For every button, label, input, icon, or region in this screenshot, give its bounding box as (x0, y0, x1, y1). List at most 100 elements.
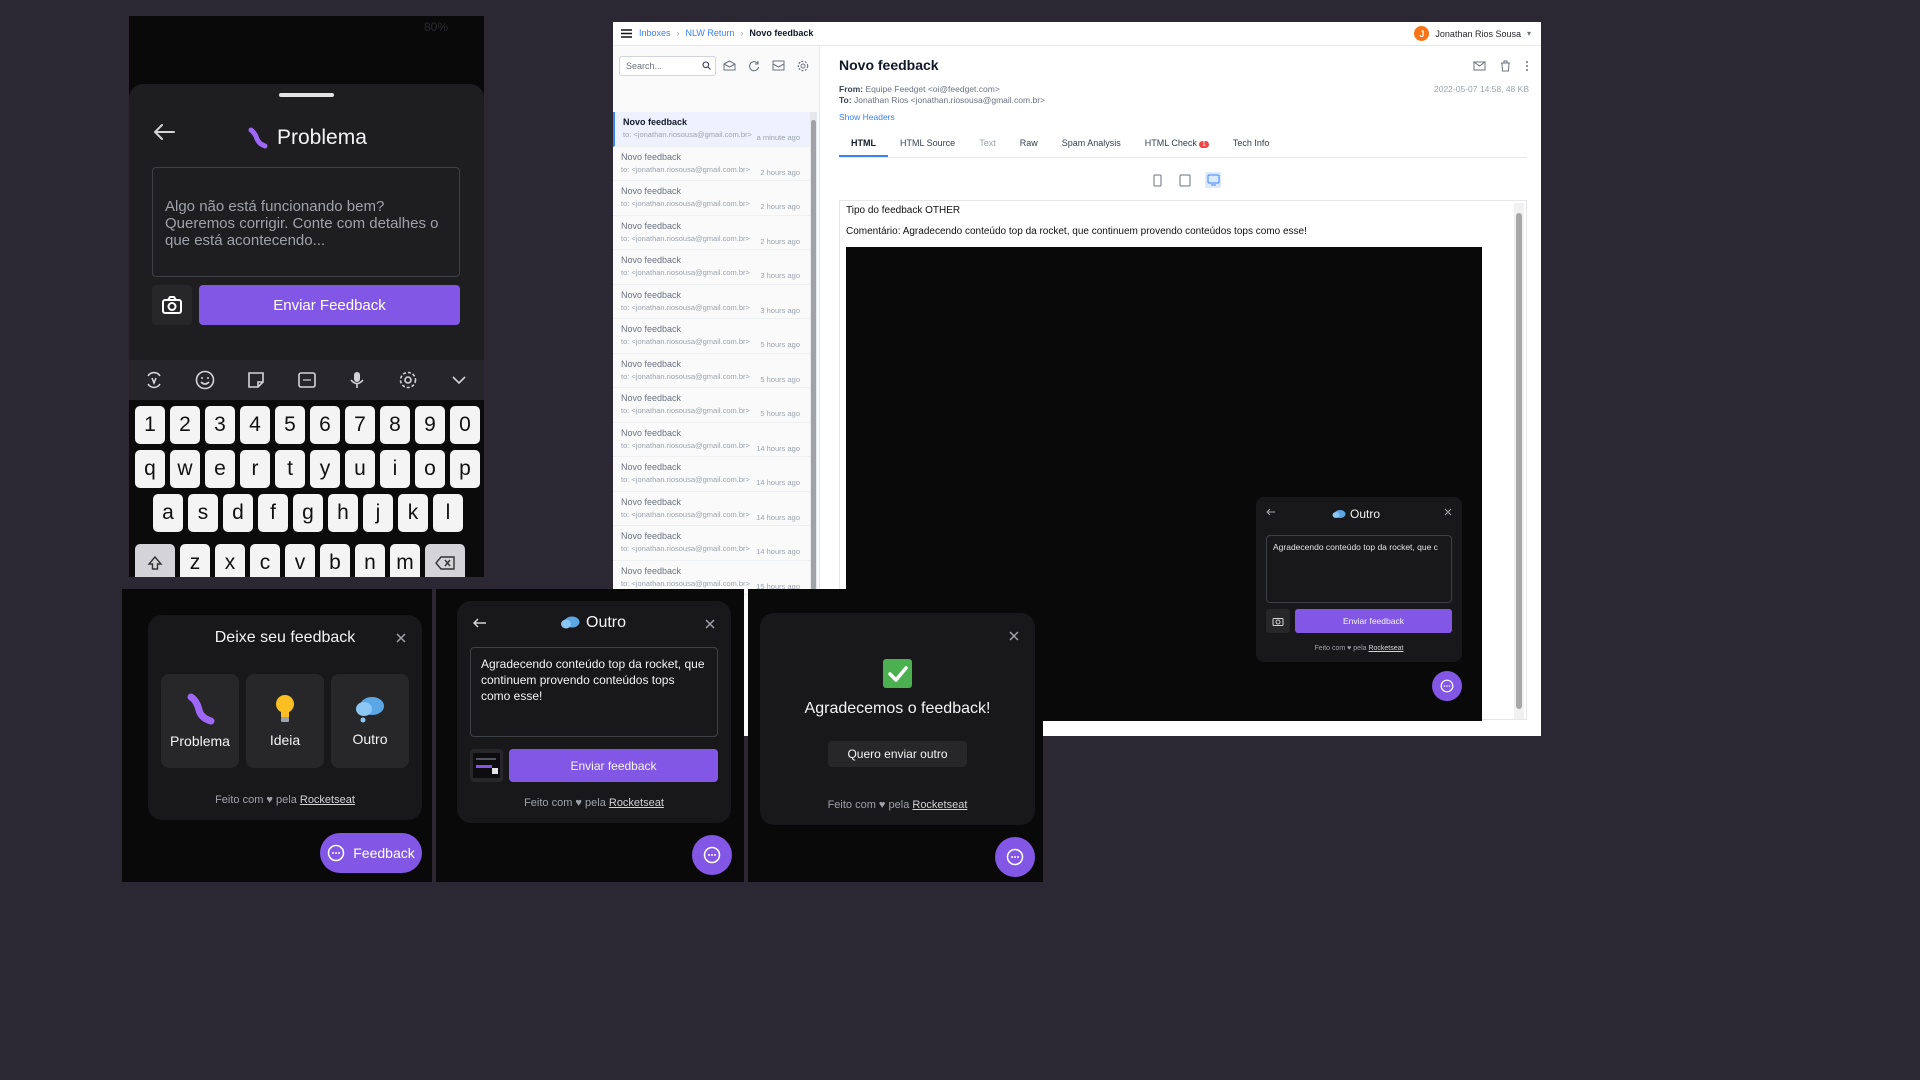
key-s[interactable]: s (188, 494, 218, 532)
breadcrumb-inbox[interactable]: NLW Return (686, 28, 735, 38)
rocketseat-link[interactable]: Rocketseat (300, 794, 355, 806)
key-u[interactable]: u (345, 450, 375, 488)
sticker-icon[interactable] (230, 370, 281, 390)
key-f[interactable]: f (258, 494, 288, 532)
close-icon[interactable] (396, 633, 406, 643)
chevron-down-icon[interactable] (433, 375, 484, 385)
key-v[interactable]: v (285, 544, 315, 577)
phone-preview-icon[interactable] (1149, 172, 1165, 188)
key-b[interactable]: b (320, 544, 350, 577)
key-1[interactable]: 1 (135, 406, 165, 444)
message-list-item[interactable]: Novo feedback to: <jonathan.riosousa@gmai… (613, 216, 810, 250)
clear-inbox-icon[interactable] (772, 60, 785, 72)
key-a[interactable]: a (153, 494, 183, 532)
key-g[interactable]: g (293, 494, 323, 532)
key-q[interactable]: q (135, 450, 165, 488)
key-x[interactable]: x (215, 544, 245, 577)
key-9[interactable]: 9 (415, 406, 445, 444)
message-list-item[interactable]: Novo feedback to: <jonathan.riosousa@gmai… (613, 181, 810, 216)
screenshot-thumbnail[interactable] (470, 749, 503, 782)
tab-html-check[interactable]: HTML Check 1 (1133, 130, 1221, 157)
message-list-item[interactable]: Novo feedback to: <jonathan.riosousa@gmai… (613, 492, 810, 526)
trash-icon[interactable] (1500, 60, 1511, 72)
key-w[interactable]: w (170, 450, 200, 488)
key-j[interactable]: j (363, 494, 393, 532)
user-menu[interactable]: J Jonathan Rios Sousa ▾ (1414, 26, 1531, 41)
tab-raw[interactable]: Raw (1008, 130, 1050, 157)
key-p[interactable]: p (450, 450, 480, 488)
key-e[interactable]: e (205, 450, 235, 488)
message-list-item[interactable]: Novo feedback to: <jonathan.riosousa@gmai… (613, 112, 810, 147)
show-headers-link[interactable]: Show Headers (839, 112, 895, 122)
menu-icon[interactable] (621, 29, 632, 38)
send-another-button[interactable]: Quero enviar outro (828, 741, 967, 767)
key-o[interactable]: o (415, 450, 445, 488)
message-list-item[interactable]: Novo feedback to: <jonathan.riosousa@gmai… (613, 526, 810, 561)
option-outro[interactable]: Outro (331, 674, 409, 768)
gear-icon[interactable] (383, 370, 434, 390)
key-k[interactable]: k (398, 494, 428, 532)
message-list-scrollbar[interactable] (810, 112, 817, 612)
message-list-item[interactable]: Novo feedback to: <jonathan.riosousa@gmai… (613, 285, 810, 319)
message-list-item[interactable]: Novo feedback to: <jonathan.riosousa@gmai… (613, 250, 810, 285)
key-t[interactable]: t (275, 450, 305, 488)
key-m[interactable]: m (390, 544, 420, 577)
message-list-item[interactable]: Novo feedback to: <jonathan.riosousa@gmai… (613, 388, 810, 423)
gif-icon[interactable] (281, 370, 332, 390)
comment-textarea[interactable]: Agradecendo conteúdo top da rocket, que … (470, 647, 718, 737)
preview-scrollbar[interactable] (1514, 203, 1524, 719)
tab-html-source[interactable]: HTML Source (888, 130, 967, 157)
backspace-key[interactable] (425, 544, 465, 577)
breadcrumb-inboxes[interactable]: Inboxes (639, 28, 671, 38)
mark-read-icon[interactable] (723, 60, 736, 72)
feedback-fab-button[interactable]: Feedback (320, 833, 422, 873)
refresh-icon[interactable] (748, 60, 760, 72)
key-h[interactable]: h (328, 494, 358, 532)
key-l[interactable]: l (433, 494, 463, 532)
feedback-fab-button[interactable] (995, 837, 1035, 877)
close-icon[interactable] (1009, 631, 1019, 641)
tab-spam-analysis[interactable]: Spam Analysis (1050, 130, 1133, 157)
emoji-icon[interactable] (180, 370, 231, 390)
option-problema[interactable]: Problema (161, 674, 239, 768)
key-i[interactable]: i (380, 450, 410, 488)
tablet-preview-icon[interactable] (1177, 172, 1193, 188)
key-6[interactable]: 6 (310, 406, 340, 444)
search-input[interactable]: Search... (619, 56, 716, 76)
message-list-item[interactable]: Novo feedback to: <jonathan.riosousa@gmai… (613, 423, 810, 457)
back-arrow-icon[interactable] (473, 618, 487, 628)
settings-icon[interactable] (797, 60, 809, 72)
key-0[interactable]: 0 (450, 406, 480, 444)
desktop-preview-icon[interactable] (1205, 172, 1221, 188)
message-list-item[interactable]: Novo feedback to: <jonathan.riosousa@gmai… (613, 319, 810, 354)
tab-html[interactable]: HTML (839, 130, 888, 157)
message-list-item[interactable]: Novo feedback to: <jonathan.riosousa@gmai… (613, 354, 810, 388)
send-feedback-button[interactable]: Enviar Feedback (199, 285, 460, 325)
key-z[interactable]: z (180, 544, 210, 577)
more-options-icon[interactable] (1525, 60, 1529, 72)
key-c[interactable]: c (250, 544, 280, 577)
key-2[interactable]: 2 (170, 406, 200, 444)
comment-textarea[interactable]: Algo não está funcionando bem? Queremos … (152, 167, 460, 277)
close-icon[interactable] (705, 619, 715, 629)
key-3[interactable]: 3 (205, 406, 235, 444)
key-7[interactable]: 7 (345, 406, 375, 444)
feedback-fab-button[interactable] (692, 835, 732, 875)
message-list-item[interactable]: Novo feedback to: <jonathan.riosousa@gmai… (613, 147, 810, 181)
key-8[interactable]: 8 (380, 406, 410, 444)
microphone-icon[interactable] (332, 370, 383, 390)
forward-icon[interactable] (1473, 60, 1486, 72)
key-n[interactable]: n (355, 544, 385, 577)
key-d[interactable]: d (223, 494, 253, 532)
send-feedback-button[interactable]: Enviar feedback (509, 749, 718, 782)
back-arrow-icon[interactable] (153, 124, 175, 140)
key-y[interactable]: y (310, 450, 340, 488)
tab-text[interactable]: Text (967, 130, 1008, 157)
screenshot-button[interactable] (152, 285, 192, 325)
translate-icon[interactable] (129, 370, 180, 390)
rocketseat-link[interactable]: Rocketseat (609, 797, 664, 809)
key-4[interactable]: 4 (240, 406, 270, 444)
message-list-item[interactable]: Novo feedback to: <jonathan.riosousa@gmai… (613, 457, 810, 492)
shift-key[interactable] (135, 544, 175, 577)
sheet-handle[interactable] (279, 93, 334, 97)
